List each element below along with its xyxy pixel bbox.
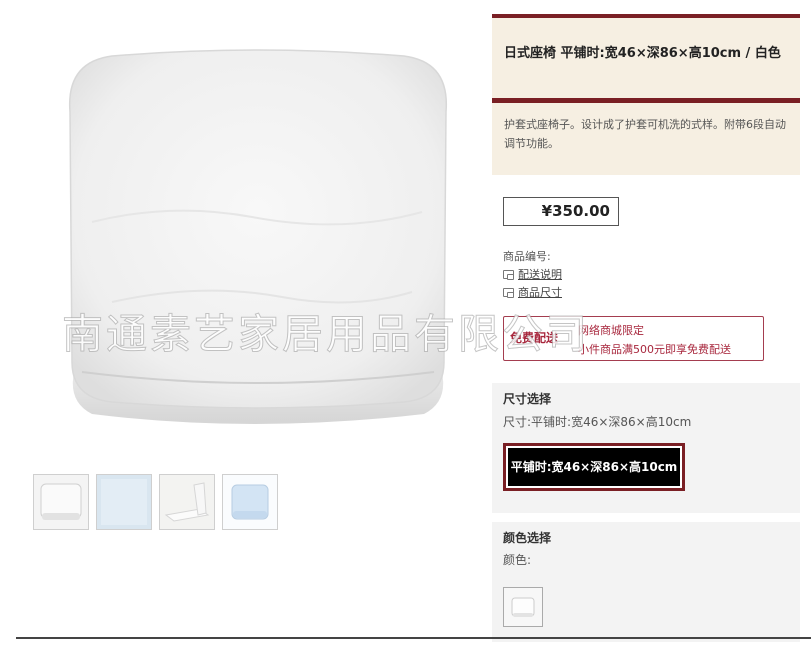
product-info-panel: 日式座椅 平铺时:宽46×深86×高10cm / 白色 护套式座椅子。设计成了护…	[492, 14, 800, 642]
title-box: 日式座椅 平铺时:宽46×深86×高10cm / 白色	[492, 18, 800, 98]
color-section-heading: 颜色选择	[503, 531, 552, 545]
badge-line-free-shipping-condition: 小件商品满500元即享免费配送	[578, 343, 731, 356]
thumbnail-3[interactable]	[159, 474, 215, 530]
product-size-link-row[interactable]: 商品尺寸	[503, 284, 562, 302]
current-color-label: 颜色:	[503, 553, 532, 567]
size-option-label: 平铺时:宽46×深86×高10cm	[508, 448, 680, 486]
document-icon	[503, 288, 514, 298]
thumbnail-2[interactable]	[96, 474, 152, 530]
product-size-link[interactable]: 商品尺寸	[518, 286, 562, 299]
product-meta: 商品编号: 配送说明 商品尺寸	[503, 248, 562, 302]
bottom-divider	[16, 637, 811, 639]
shipping-info-link[interactable]: 配送说明	[518, 268, 562, 281]
size-section-heading: 尺寸选择	[503, 392, 552, 406]
thumbnail-1[interactable]	[33, 474, 89, 530]
price-box: ¥350.00	[503, 197, 619, 226]
current-size-text: 尺寸:平铺时:宽46×深86×高10cm	[503, 415, 692, 429]
size-option-button[interactable]: 平铺时:宽46×深86×高10cm	[503, 443, 685, 491]
price-area: ¥350.00 商品编号: 配送说明 商品尺寸 免费配送 网络商城限定 小件商品…	[492, 175, 800, 385]
shipping-info-link-row[interactable]: 配送说明	[503, 266, 562, 284]
free-shipping-label: 免费配送	[510, 331, 559, 345]
color-selection-section: 颜色选择 颜色:	[492, 522, 800, 642]
product-code-label: 商品编号:	[503, 250, 551, 263]
badge-line-online-limited: 网络商城限定	[578, 324, 644, 337]
product-description: 护套式座椅子。设计成了护套可机洗的式样。附带6段自动调节功能。	[504, 118, 786, 150]
size-selection-section: 尺寸选择 尺寸:平铺时:宽46×深86×高10cm 平铺时:宽46×深86×高1…	[492, 383, 800, 513]
color-swatch-white[interactable]	[503, 587, 543, 627]
main-product-image	[52, 42, 464, 434]
free-shipping-badge: 免费配送 网络商城限定 小件商品满500元即享免费配送	[503, 316, 764, 361]
thumbnail-4[interactable]	[222, 474, 278, 530]
product-title: 日式座椅 平铺时:宽46×深86×高10cm / 白色	[504, 46, 781, 61]
description-box: 护套式座椅子。设计成了护套可机洗的式样。附带6段自动调节功能。	[492, 102, 800, 175]
document-icon	[503, 270, 514, 280]
